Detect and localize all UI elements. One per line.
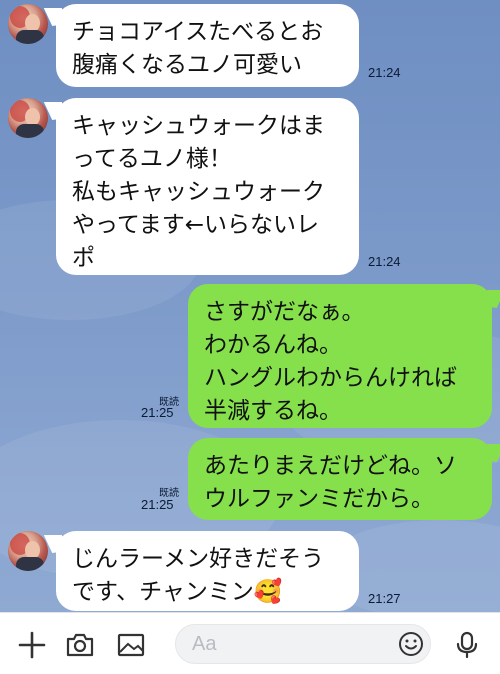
outgoing-message-bubble[interactable]: さすがだなぁ。 わかるんね。 ハングルわからんければ 半減するね。 [188,284,492,428]
image-icon[interactable] [115,629,147,661]
camera-icon[interactable] [64,629,96,661]
incoming-message-bubble[interactable]: チョコアイスたべるとお 腹痛くなるユノ可愛い [56,4,359,87]
message-input-placeholder: Aa [192,633,217,655]
avatar[interactable] [8,98,48,138]
message-time: 21:25 [141,497,174,512]
incoming-message-bubble[interactable]: じんラーメン好きだそう です、チャンミン🥰 [56,531,359,611]
plus-icon[interactable] [16,629,48,661]
outgoing-message-bubble[interactable]: あたりまえだけどね。ソ ウルファンミだから。 [188,438,492,520]
avatar[interactable] [8,531,48,571]
message-time: 21:27 [368,591,401,606]
message-time: 21:25 [141,405,174,420]
message-toolbar: Aa [0,612,500,674]
message-time: 21:24 [368,254,401,269]
avatar[interactable] [8,4,48,44]
emoji-icon[interactable] [398,631,424,657]
incoming-message-bubble[interactable]: キャッシュウォークはま ってるユノ様！ 私もキャッシュウォーク やってます←いら… [56,98,359,275]
message-input[interactable]: Aa [175,624,431,664]
microphone-icon[interactable] [451,629,483,661]
chat-background: チョコアイスたべるとお 腹痛くなるユノ可愛い 21:24 キャッシュウォークはま… [0,0,500,612]
message-time: 21:24 [368,65,401,80]
